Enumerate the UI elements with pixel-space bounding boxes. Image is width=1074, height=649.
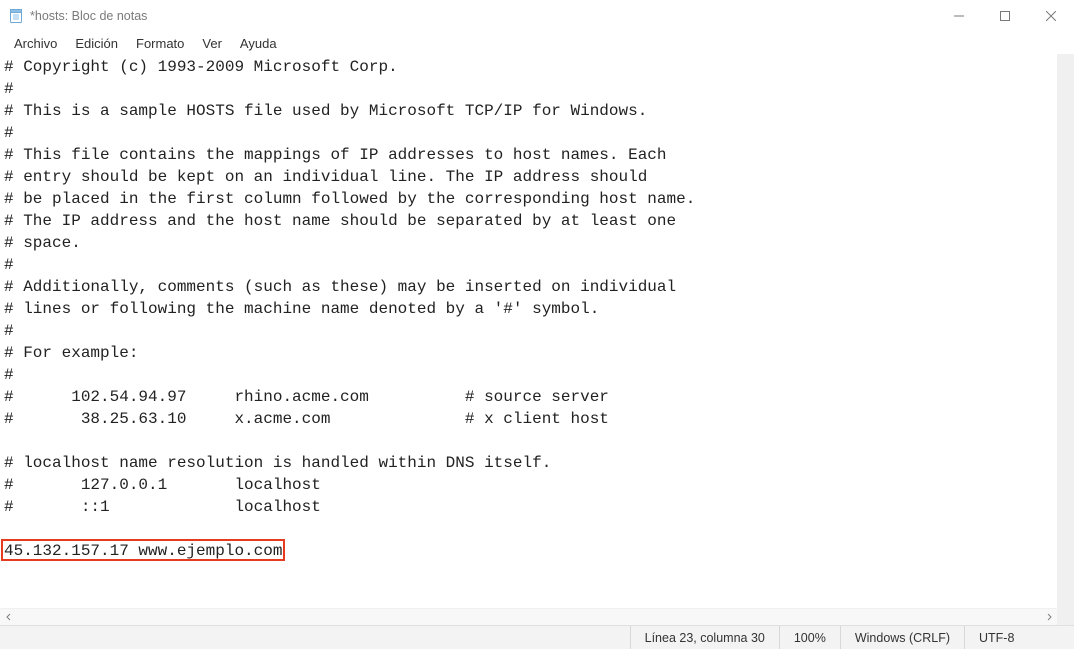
window-controls [936, 0, 1074, 32]
editor-line: # ::1 localhost [4, 498, 321, 516]
close-button[interactable] [1028, 0, 1074, 32]
scroll-right-arrow[interactable] [1040, 609, 1057, 626]
editor-line: # Copyright (c) 1993-2009 Microsoft Corp… [4, 58, 398, 76]
editor-line: # This file contains the mappings of IP … [4, 146, 667, 164]
menu-archivo[interactable]: Archivo [6, 35, 65, 52]
scroll-corner [1057, 608, 1074, 625]
editor-line: # Additionally, comments (such as these)… [4, 278, 676, 296]
editor-line: # [4, 256, 14, 274]
editor-line: # For example: [4, 344, 138, 362]
status-cursor-position: Línea 23, columna 30 [630, 626, 779, 649]
menu-formato[interactable]: Formato [128, 35, 192, 52]
editor-area: # Copyright (c) 1993-2009 Microsoft Corp… [0, 54, 1074, 625]
editor-line: 45.132.157.17 www.ejemplo.com [4, 542, 282, 560]
vertical-scrollbar[interactable] [1057, 54, 1074, 608]
notepad-window: *hosts: Bloc de notas Archivo Edición Fo… [0, 0, 1074, 649]
maximize-button[interactable] [982, 0, 1028, 32]
scroll-left-arrow[interactable] [0, 609, 17, 626]
editor-line: # 102.54.94.97 rhino.acme.com # source s… [4, 388, 609, 406]
menubar: Archivo Edición Formato Ver Ayuda [0, 32, 1074, 54]
horizontal-scrollbar[interactable] [0, 608, 1057, 625]
statusbar: Línea 23, columna 30 100% Windows (CRLF)… [0, 625, 1074, 649]
titlebar[interactable]: *hosts: Bloc de notas [0, 0, 1074, 32]
editor-line: # entry should be kept on an individual … [4, 168, 647, 186]
editor-line: # The IP address and the host name shoul… [4, 212, 676, 230]
editor-line: # [4, 366, 14, 384]
editor-line: # 38.25.63.10 x.acme.com # x client host [4, 410, 609, 428]
status-zoom: 100% [779, 626, 840, 649]
text-editor[interactable]: # Copyright (c) 1993-2009 Microsoft Corp… [0, 54, 1057, 608]
window-title: *hosts: Bloc de notas [30, 9, 147, 23]
editor-line: # [4, 80, 14, 98]
editor-line: # [4, 124, 14, 142]
status-encoding: UTF-8 [964, 626, 1074, 649]
minimize-button[interactable] [936, 0, 982, 32]
menu-ver[interactable]: Ver [194, 35, 230, 52]
editor-line: # This is a sample HOSTS file used by Mi… [4, 102, 647, 120]
editor-line: # lines or following the machine name de… [4, 300, 599, 318]
editor-line: # localhost name resolution is handled w… [4, 454, 551, 472]
editor-line: # 127.0.0.1 localhost [4, 476, 321, 494]
notepad-icon [8, 8, 24, 24]
editor-line: # [4, 322, 14, 340]
menu-ayuda[interactable]: Ayuda [232, 35, 285, 52]
menu-edicion[interactable]: Edición [67, 35, 126, 52]
editor-line: # be placed in the first column followed… [4, 190, 695, 208]
editor-line: # space. [4, 234, 81, 252]
status-line-ending: Windows (CRLF) [840, 626, 964, 649]
